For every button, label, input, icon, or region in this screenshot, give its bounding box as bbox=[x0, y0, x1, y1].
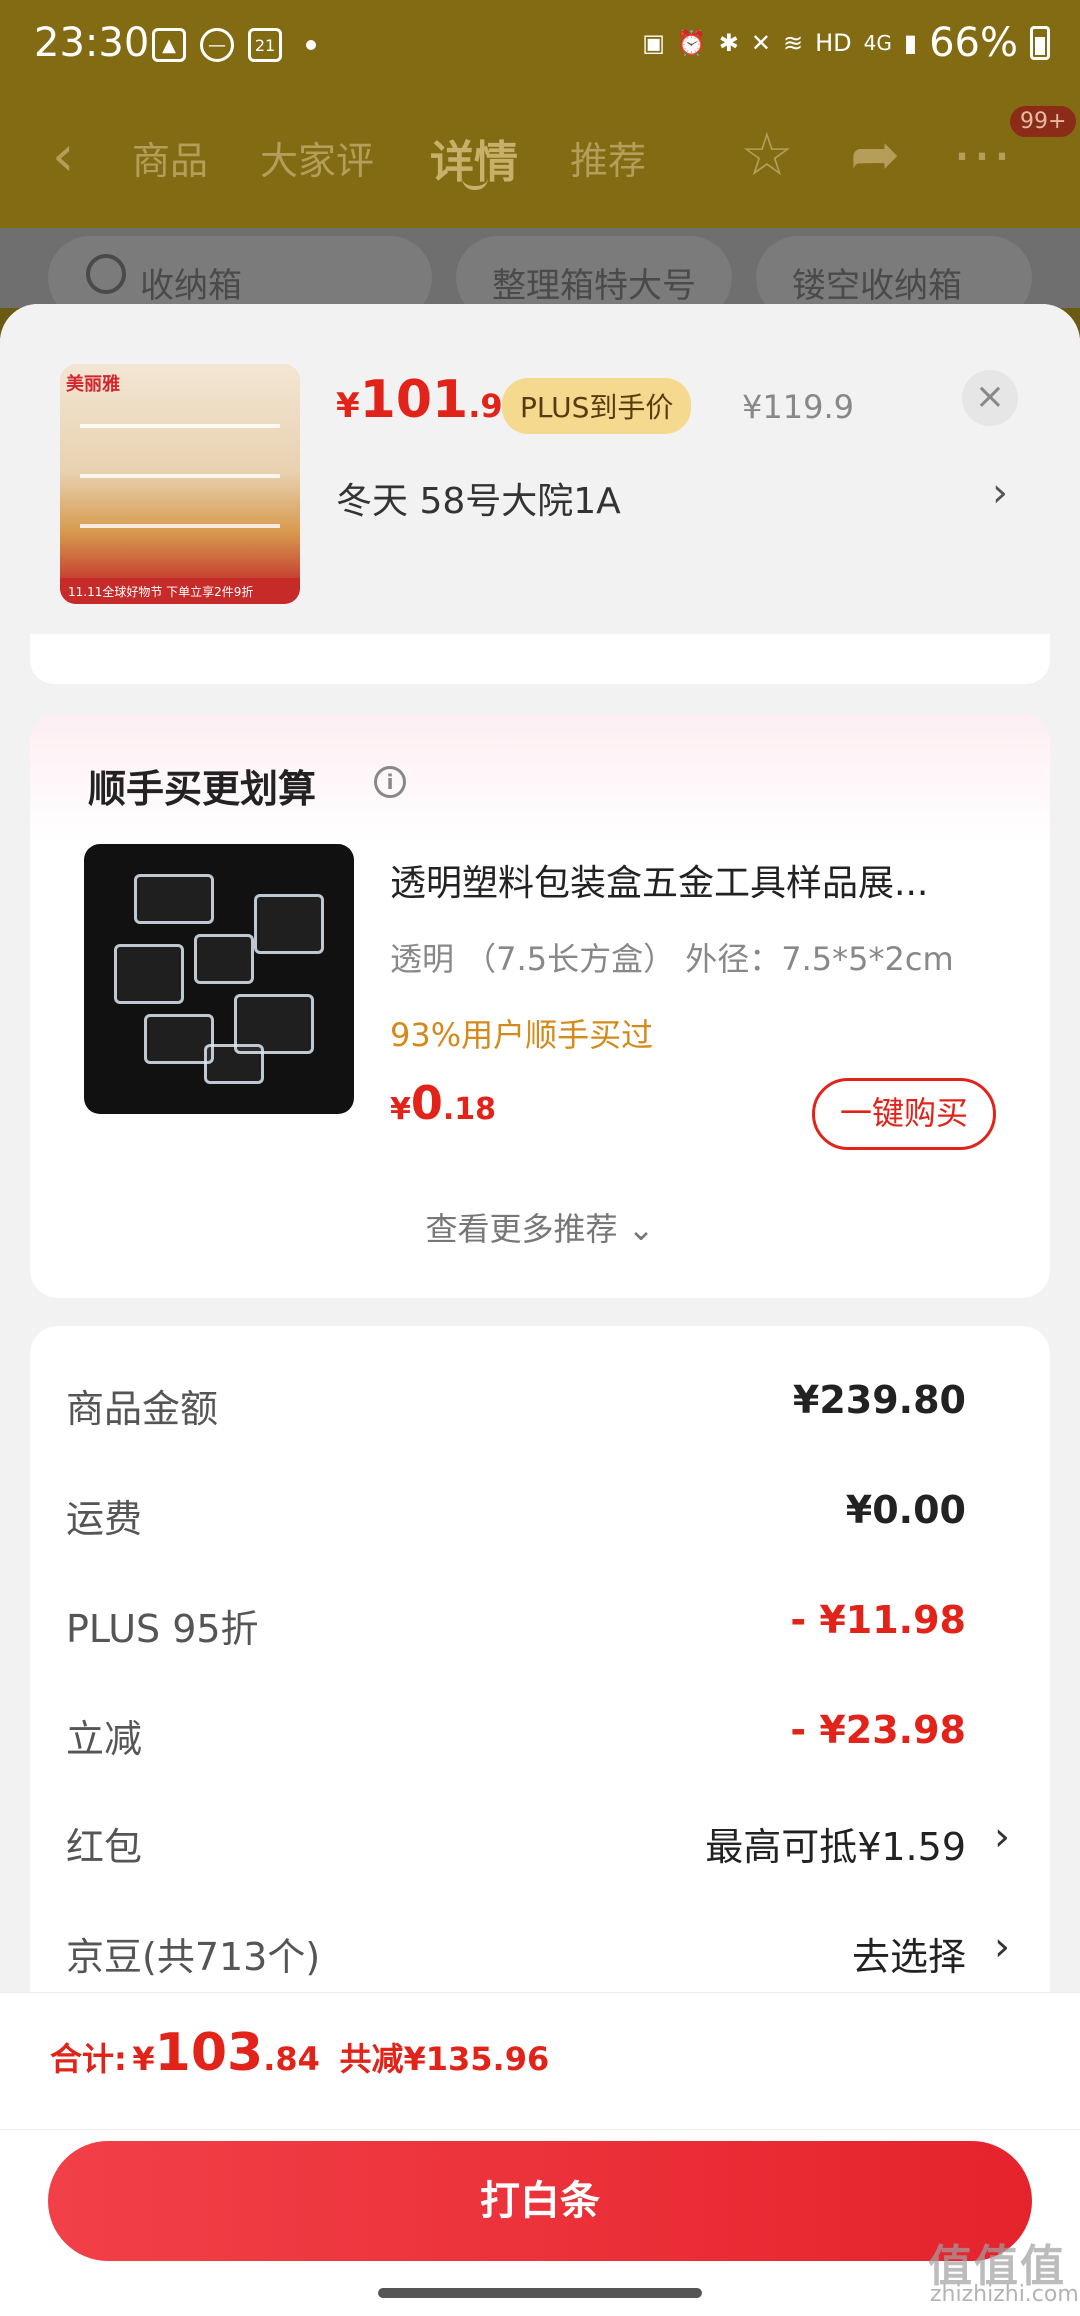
fee-row-shipping: 运费 ¥0.00 bbox=[30, 1478, 1050, 1558]
search-suggestion-chips: 收纳箱 整理箱特大号 镂空收纳箱 bbox=[0, 228, 1080, 320]
fee-value: 最高可抵¥1.59 bbox=[705, 1825, 966, 1869]
recommended-item-price: ¥0.18 bbox=[390, 1076, 496, 1130]
alarm-icon: ⏰ bbox=[676, 29, 707, 57]
mute-icon: ✕ bbox=[750, 29, 771, 57]
message-badge: 99+ bbox=[1010, 106, 1077, 137]
battery-percent: 66% bbox=[929, 20, 1018, 66]
shelf-line bbox=[80, 424, 280, 428]
fee-label: 商品金额 bbox=[66, 1387, 219, 1431]
chip-label: 收纳箱 bbox=[140, 266, 242, 306]
more-dots-icon[interactable]: ⋯ bbox=[952, 120, 1012, 190]
shelf-line bbox=[80, 524, 280, 528]
status-time: 23:30 bbox=[34, 20, 150, 66]
shelf-line bbox=[80, 474, 280, 478]
nfc-icon: ▣ bbox=[642, 29, 665, 57]
delivery-address[interactable]: 冬天 58号大院1A bbox=[336, 472, 621, 524]
fee-label: PLUS 95折 bbox=[66, 1607, 259, 1651]
plastic-box-shape bbox=[254, 894, 324, 954]
price-currency: ¥ bbox=[336, 386, 360, 426]
total-integer: 103 bbox=[154, 2023, 264, 2083]
price-breakdown-card: 商品金额 ¥239.80 运费 ¥0.00 PLUS 95折 - ¥11.98 … bbox=[30, 1326, 1050, 2046]
total-saved: 共减¥135.96 bbox=[339, 2040, 550, 2078]
fee-value: ¥239.80 bbox=[792, 1378, 966, 1422]
one-click-buy-button[interactable]: 一键购买 bbox=[812, 1078, 996, 1150]
fee-row-red-packet[interactable]: 红包 最高可抵¥1.59 › bbox=[30, 1806, 1050, 1886]
favorite-star-icon[interactable]: ☆ bbox=[740, 120, 794, 190]
network-gen-label: 4G bbox=[863, 31, 892, 55]
order-total: 合计: ¥103.84 共减¥135.96 bbox=[50, 2023, 549, 2083]
notification-dot-icon bbox=[306, 40, 316, 50]
sheet-header: 美丽雅 11.11全球好物节 下单立享2件9折 ¥101.92 PLUS到手价 … bbox=[0, 304, 1080, 634]
fee-label: 立减 bbox=[66, 1717, 143, 1761]
fee-value: ¥0.00 bbox=[845, 1488, 966, 1532]
wifi-icon: ≋ bbox=[783, 29, 804, 57]
fee-row-jd-beans[interactable]: 京豆(共713个) 去选择 › bbox=[30, 1916, 1050, 1996]
chevron-right-icon[interactable]: › bbox=[994, 1924, 1010, 1970]
fee-value: 去选择 bbox=[851, 1935, 966, 1979]
plastic-box-shape bbox=[134, 874, 214, 924]
tab-product[interactable]: 商品 bbox=[132, 130, 208, 185]
calendar-day: 21 bbox=[254, 35, 276, 55]
back-icon[interactable]: ‹ bbox=[52, 124, 74, 189]
fee-label: 京豆(共713个) bbox=[66, 1935, 321, 1979]
recommendation-title: 顺手买更划算 bbox=[88, 767, 317, 811]
pay-with-baitiao-button[interactable]: 打白条 bbox=[48, 2141, 1032, 2261]
status-left-icons: ▲ — 21 bbox=[152, 28, 316, 62]
recommended-item-tip: 93%用户顺手买过 bbox=[390, 1016, 654, 1054]
dnd-icon: — bbox=[200, 28, 234, 62]
divider bbox=[0, 2129, 1080, 2130]
recommended-item-spec: 透明 （7.5长方盒） 外径：7.5*5*2cm bbox=[390, 940, 954, 978]
add-on-recommendation-card: 顺手买更划算 i 透明塑料包装盒五金工具样品展... 透明 （7.5长方盒） 外… bbox=[30, 714, 1050, 1298]
card-bottom-edge bbox=[30, 634, 1050, 684]
info-icon[interactable]: i bbox=[374, 766, 406, 798]
plus-price-tag: PLUS到手价 bbox=[502, 378, 692, 434]
hd-label: HD bbox=[815, 29, 852, 57]
total-currency: ¥ bbox=[132, 2040, 155, 2078]
chip-label: 整理箱特大号 bbox=[492, 266, 696, 306]
battery-icon bbox=[1030, 26, 1050, 60]
chip-label: 镂空收纳箱 bbox=[792, 266, 962, 306]
watermark-url: zhizhizhi.com bbox=[930, 2282, 1079, 2307]
search-icon bbox=[86, 254, 126, 294]
tab-recommend[interactable]: 推荐 bbox=[570, 130, 646, 185]
price-currency: ¥ bbox=[390, 1092, 411, 1127]
status-bar: 23:30 ▲ — 21 ▣ ⏰ ✱ ✕ ≋ HD 4G ▮ 66% bbox=[0, 0, 1080, 92]
price-decimal: .18 bbox=[442, 1092, 497, 1127]
bluetooth-icon: ✱ bbox=[718, 29, 739, 57]
tab-reviews[interactable]: 大家评 bbox=[260, 130, 374, 185]
price-integer: 0 bbox=[410, 1076, 443, 1130]
fee-value: - ¥23.98 bbox=[790, 1708, 966, 1752]
fee-row-plus-discount: PLUS 95折 - ¥11.98 bbox=[30, 1588, 1050, 1668]
share-icon[interactable]: ➦ bbox=[850, 120, 900, 190]
product-nav-header: ‹ 商品 大家评 详情 推荐 ☆ ➦ ⋯ 99+ bbox=[0, 92, 1080, 228]
checkout-bar: 合计: ¥103.84 共减¥135.96 打白条 bbox=[0, 1992, 1080, 2316]
chevron-right-icon[interactable]: › bbox=[994, 1814, 1010, 1860]
original-price: ¥119.9 bbox=[742, 388, 854, 426]
chevron-right-icon[interactable]: › bbox=[992, 470, 1008, 516]
plastic-box-shape bbox=[114, 944, 184, 1004]
product-thumbnail[interactable]: 美丽雅 11.11全球好物节 下单立享2件9折 bbox=[60, 364, 300, 604]
fee-row-instant-discount: 立减 - ¥23.98 bbox=[30, 1698, 1050, 1778]
plastic-box-shape bbox=[194, 934, 254, 984]
thumbnail-brand: 美丽雅 bbox=[66, 374, 120, 395]
calendar-icon: 21 bbox=[248, 28, 282, 62]
plus-price: ¥101.92 bbox=[336, 370, 525, 430]
signal-icon: ▮ bbox=[903, 29, 918, 57]
thumbnail-promo-strip: 11.11全球好物节 下单立享2件9折 bbox=[60, 578, 300, 604]
total-label: 合计: bbox=[50, 2040, 127, 2078]
status-right-icons: ▣ ⏰ ✱ ✕ ≋ HD 4G ▮ 66% bbox=[642, 20, 1050, 66]
fee-label: 运费 bbox=[66, 1497, 143, 1541]
home-indicator[interactable] bbox=[378, 2288, 702, 2298]
close-button[interactable]: × bbox=[962, 370, 1018, 426]
plastic-box-shape bbox=[204, 1044, 264, 1084]
price-integer: 101 bbox=[359, 370, 469, 430]
gallery-icon: ▲ bbox=[152, 28, 186, 62]
fee-row-subtotal: 商品金额 ¥239.80 bbox=[30, 1368, 1050, 1448]
fee-label: 红包 bbox=[66, 1825, 143, 1869]
recommended-item-name[interactable]: 透明塑料包装盒五金工具样品展... bbox=[390, 854, 1010, 906]
total-decimal: .84 bbox=[263, 2040, 320, 2078]
recommended-item-image[interactable] bbox=[84, 844, 354, 1114]
fee-value: - ¥11.98 bbox=[790, 1598, 966, 1642]
more-recommendations-link[interactable]: 查看更多推荐 ⌄ bbox=[30, 1204, 1050, 1250]
